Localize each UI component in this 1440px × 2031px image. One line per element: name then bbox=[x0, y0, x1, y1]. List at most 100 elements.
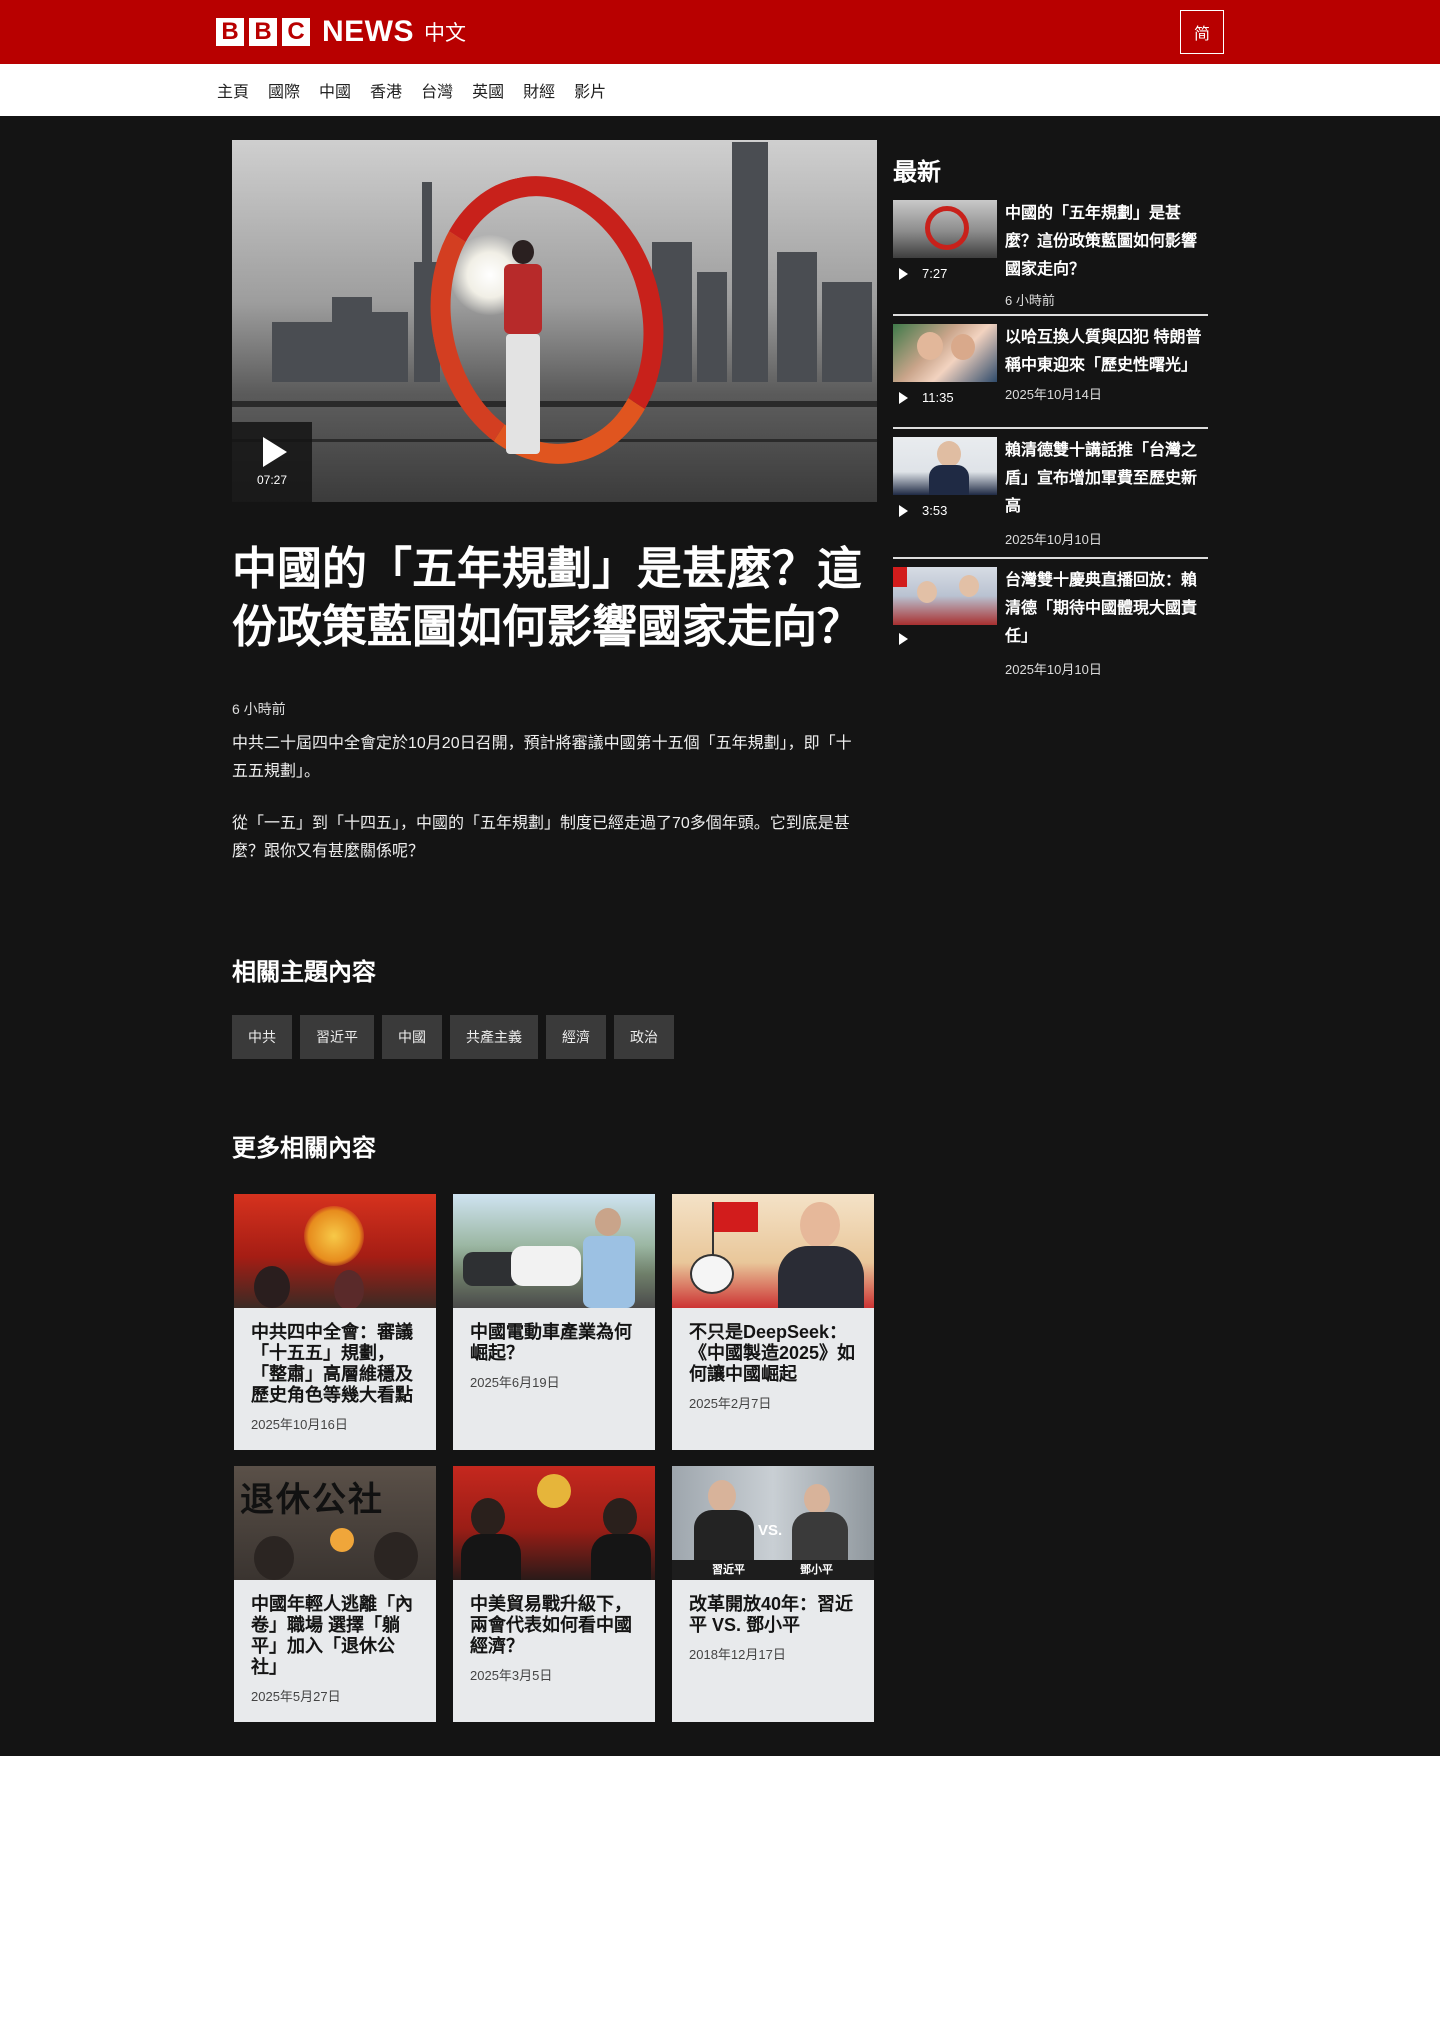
nav-item-home[interactable]: 主頁 bbox=[217, 78, 249, 102]
main-nav: 主頁 國際 中國 香港 台灣 英國 財經 影片 bbox=[0, 64, 1440, 116]
nav-item-hongkong[interactable]: 香港 bbox=[370, 78, 402, 102]
ribbon-shape bbox=[925, 206, 969, 250]
video-duration: 7:27 bbox=[922, 266, 948, 281]
latest-item-title: 以哈互換人質與囚犯 特朗普稱中東迎來「歷史性曙光」 bbox=[1005, 329, 1202, 374]
person-silhouette bbox=[254, 1266, 290, 1308]
bbc-news-logo[interactable]: B B C NEWS 中文 bbox=[216, 15, 466, 48]
presenter-body bbox=[583, 1236, 635, 1308]
topic-tag[interactable]: 共產主義 bbox=[450, 1015, 538, 1059]
emblem-glow bbox=[304, 1206, 364, 1266]
nav-item-taiwan[interactable]: 台灣 bbox=[421, 78, 453, 102]
simplified-chinese-toggle-button[interactable]: 简 bbox=[1180, 10, 1224, 54]
card-image-ev-cars bbox=[453, 1194, 655, 1308]
nav-item-uk[interactable]: 英國 bbox=[472, 78, 504, 102]
latest-item[interactable]: 3:53 賴清德雙十講話推「台灣之盾」宣布增加軍費至歷史新高 2025年10月1… bbox=[893, 435, 1208, 559]
building bbox=[332, 297, 372, 382]
logo-letter-b1: B bbox=[216, 18, 244, 46]
hero-video-player[interactable]: 07:27 bbox=[232, 140, 877, 502]
play-button[interactable]: 07:27 bbox=[232, 422, 312, 502]
latest-item[interactable]: 11:35 以哈互換人質與囚犯 特朗普稱中東迎來「歷史性曙光」 2025年10月… bbox=[893, 322, 1208, 429]
delegate-head bbox=[471, 1498, 505, 1536]
portrait-body bbox=[778, 1246, 864, 1308]
latest-thumbnail bbox=[893, 567, 997, 625]
dancer-head bbox=[512, 240, 534, 264]
delegate-head bbox=[603, 1498, 637, 1536]
logo-language: 中文 bbox=[424, 22, 466, 45]
latest-thumbnail bbox=[893, 324, 997, 382]
card-image-xi-vs-deng: VS. 習近平 鄧小平 bbox=[672, 1466, 874, 1580]
topic-tag[interactable]: 中共 bbox=[232, 1015, 292, 1059]
building bbox=[822, 282, 872, 382]
card-image-xi-illustration bbox=[672, 1194, 874, 1308]
topic-tag[interactable]: 政治 bbox=[614, 1015, 674, 1059]
topic-tag[interactable]: 習近平 bbox=[300, 1015, 374, 1059]
play-icon bbox=[899, 504, 908, 517]
person-silhouette bbox=[334, 1270, 364, 1308]
video-indicator bbox=[899, 633, 922, 645]
nav-item-international[interactable]: 國際 bbox=[268, 78, 300, 102]
related-card[interactable]: 不只是DeepSeek：《中國製造2025》如何讓中國崛起 2025年2月7日 bbox=[672, 1194, 874, 1450]
card-title: 改革開放40年：習近平 VS. 鄧小平 bbox=[689, 1594, 854, 1635]
related-card[interactable]: 中國電動車產業為何崛起？ 2025年6月19日 bbox=[453, 1194, 655, 1450]
card-title: 中國電動車產業為何崛起？ bbox=[470, 1322, 632, 1363]
delegate-body bbox=[591, 1534, 651, 1580]
article-paragraph: 從「一五」到「十四五」，中國的「五年規劃」制度已經走過了70多個年頭。它到底是甚… bbox=[232, 815, 850, 860]
card-image-two-sessions bbox=[453, 1466, 655, 1580]
face-shape bbox=[937, 441, 961, 467]
latest-item[interactable]: 7:27 中國的「五年規劃」是甚麼？這份政策藍圖如何影響國家走向？ 6 小時前 bbox=[893, 198, 1208, 316]
portrait-body bbox=[694, 1510, 754, 1560]
card-date: 2025年10月16日 bbox=[251, 1417, 348, 1432]
calligraphy-wall-text: 退休公社 bbox=[240, 1480, 384, 1520]
person-silhouette bbox=[254, 1536, 294, 1580]
related-card[interactable]: 中美貿易戰升級下，兩會代表如何看中國經濟？ 2025年3月5日 bbox=[453, 1466, 655, 1722]
nav-item-video[interactable]: 影片 bbox=[574, 78, 606, 102]
building bbox=[272, 322, 332, 382]
national-emblem-icon bbox=[537, 1474, 571, 1508]
logo-news: NEWS bbox=[322, 15, 414, 48]
face-shape bbox=[917, 332, 943, 360]
fist-icon bbox=[690, 1254, 734, 1294]
nav-item-china[interactable]: 中國 bbox=[319, 78, 351, 102]
face-shape bbox=[917, 581, 937, 603]
card-title: 不只是DeepSeek：《中國製造2025》如何讓中國崛起 bbox=[689, 1322, 856, 1384]
card-image-retirement-commune: 退休公社 bbox=[234, 1466, 436, 1580]
person-silhouette bbox=[374, 1532, 418, 1580]
building bbox=[777, 252, 817, 382]
latest-item-date: 2025年10月10日 bbox=[1005, 532, 1102, 547]
flag-icon bbox=[714, 1202, 758, 1232]
latest-item-title: 賴清德雙十講話推「台灣之盾」宣布增加軍費至歷史新高 bbox=[1005, 442, 1198, 515]
nav-item-finance[interactable]: 財經 bbox=[523, 78, 555, 102]
latest-title: 最新 bbox=[893, 159, 941, 186]
car-shape bbox=[511, 1246, 581, 1286]
video-indicator: 11:35 bbox=[899, 390, 954, 405]
related-card[interactable]: VS. 習近平 鄧小平 改革開放40年：習近平 VS. 鄧小平 2018年12月… bbox=[672, 1466, 874, 1722]
play-icon bbox=[899, 267, 908, 280]
latest-item-date: 2025年10月10日 bbox=[1005, 662, 1102, 677]
latest-item[interactable]: 台灣雙十慶典直播回放：賴清德「期待中國體現大國責任」 2025年10月10日 bbox=[893, 565, 1208, 683]
play-icon bbox=[263, 437, 287, 467]
article-date: 6 小時前 bbox=[232, 701, 286, 717]
portrait-head bbox=[804, 1484, 830, 1514]
related-card[interactable]: 退休公社 中國年輕人逃離「內卷」職場 選擇「躺平」加入「退休公社」 2025年5… bbox=[234, 1466, 436, 1722]
video-indicator: 7:27 bbox=[899, 266, 947, 281]
card-date: 2025年3月5日 bbox=[470, 1668, 553, 1683]
card-date: 2018年12月17日 bbox=[689, 1647, 786, 1662]
article-headline: 中國的「五年規劃」是甚麼？這份政策藍圖如何影響國家走向？ bbox=[232, 543, 863, 652]
latest-item-date: 2025年10月14日 bbox=[1005, 387, 1102, 402]
logo-letter-c: C bbox=[282, 18, 310, 46]
play-icon bbox=[899, 633, 908, 645]
related-card[interactable]: 中共四中全會：審議「十五五」規劃，「整肅」高層維穩及歷史角色等幾大看點 2025… bbox=[234, 1194, 436, 1450]
topic-tag[interactable]: 經濟 bbox=[546, 1015, 606, 1059]
card-title: 中國年輕人逃離「內卷」職場 選擇「躺平」加入「退休公社」 bbox=[251, 1594, 413, 1677]
related-cards-grid: 中共四中全會：審議「十五五」規劃，「整肅」高層維穩及歷史角色等幾大看點 2025… bbox=[234, 1194, 876, 1722]
delegate-body bbox=[461, 1534, 521, 1580]
top-bar: B B C NEWS 中文 简 bbox=[0, 0, 1440, 64]
card-date: 2025年5月27日 bbox=[251, 1689, 341, 1704]
latest-thumbnail bbox=[893, 437, 997, 495]
topic-tag[interactable]: 中國 bbox=[382, 1015, 442, 1059]
more-related-title: 更多相關內容 bbox=[232, 1135, 376, 1162]
video-duration: 3:53 bbox=[922, 503, 948, 518]
play-icon bbox=[899, 391, 908, 404]
dancer-torso bbox=[504, 264, 542, 334]
card-date: 2025年2月7日 bbox=[689, 1396, 772, 1411]
